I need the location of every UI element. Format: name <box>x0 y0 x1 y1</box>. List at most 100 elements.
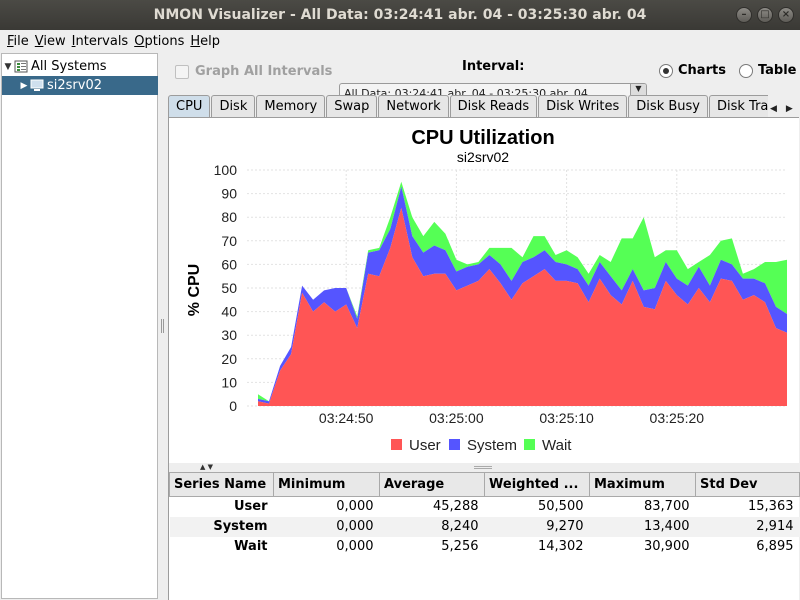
y-tick-label: 10 <box>221 374 237 390</box>
chart-tabs: CPU Disk Memory Swap Network Disk Reads … <box>168 95 768 117</box>
table-cell: 0,000 <box>336 539 374 554</box>
column-header[interactable]: Weighted ... <box>484 472 590 497</box>
tab-disk[interactable]: Disk <box>211 95 256 117</box>
legend-swatch-system <box>449 439 460 450</box>
column-header[interactable]: Average <box>379 472 485 497</box>
system-tree: ▼ All Systems ▶ si2srv02 <box>1 53 158 599</box>
tree-item-label: All Systems <box>31 59 107 74</box>
splitter-collapse-arrows-icon[interactable]: ▲ ▼ <box>200 463 213 471</box>
tab-disk-writes[interactable]: Disk Writes <box>538 95 628 117</box>
legend-label-wait: Wait <box>542 437 572 454</box>
y-tick-label: 80 <box>221 209 237 225</box>
table-cell: 0,000 <box>273 516 380 537</box>
dropdown-arrow-icon[interactable]: ▼ <box>630 84 646 95</box>
y-tick-label: 50 <box>221 280 237 296</box>
table-cell: 30,900 <box>644 539 690 554</box>
table-cell: 8,240 <box>379 516 485 537</box>
chart-subtitle: si2srv02 <box>457 149 509 165</box>
table-cell: 13,400 <box>589 516 696 537</box>
minimize-button[interactable]: – <box>736 7 752 23</box>
table-radio[interactable] <box>738 63 753 78</box>
column-header[interactable]: Series Name <box>169 472 274 497</box>
tab-disk-reads[interactable]: Disk Reads <box>449 95 538 117</box>
table-row[interactable]: System 0,000 8,240 9,270 13,400 2,914 <box>169 516 800 537</box>
legend-label-user: User <box>409 437 441 454</box>
chart-panel: CPU Utilization si2srv02 % CPU 0 10 20 30 40… <box>169 118 799 463</box>
tab-network[interactable]: Network <box>378 95 449 117</box>
table-cell: 15,363 <box>748 499 794 515</box>
close-button[interactable]: × <box>778 7 794 23</box>
title-bar: NMON Visualizer - All Data: 03:24:41 abr… <box>0 0 800 30</box>
tab-scroll-arrows: ◀ ▶ <box>770 104 793 114</box>
table-cell: 50,500 <box>538 499 584 515</box>
tab-disk-transfer[interactable]: Disk Transfer <box>708 95 768 117</box>
stats-table: Series Name Minimum Average Weighted ...… <box>169 472 800 557</box>
menu-file[interactable]: File <box>4 34 32 49</box>
vertical-splitter[interactable] <box>158 53 167 600</box>
graph-all-intervals-label: Graph All Intervals <box>195 64 333 79</box>
column-header[interactable]: Std Dev <box>695 472 800 497</box>
y-tick-label: 20 <box>221 351 237 367</box>
legend-swatch-user <box>391 439 402 450</box>
maximize-button[interactable]: □ <box>757 7 773 23</box>
tree-collapsed-arrow-icon[interactable]: ▶ <box>18 81 30 91</box>
table-cell: 5,256 <box>441 539 479 554</box>
table-cell: 2,914 <box>695 516 800 537</box>
table-cell: 0,000 <box>336 499 374 515</box>
y-tick-label: 90 <box>221 186 237 202</box>
checkbox-box[interactable] <box>175 64 189 79</box>
tree-item-label: si2srv02 <box>47 78 103 93</box>
tree-item-si2srv02[interactable]: ▶ si2srv02 <box>2 76 158 95</box>
splitter-grip-icon <box>161 319 164 333</box>
x-tick-label: 03:24:50 <box>319 410 374 426</box>
chart-legend: User System Wait <box>391 437 572 454</box>
menu-intervals[interactable]: Intervals <box>69 34 132 49</box>
column-header[interactable]: Maximum <box>589 472 696 497</box>
column-header[interactable]: Minimum <box>273 472 380 497</box>
menu-help[interactable]: Help <box>187 34 223 49</box>
y-tick-label: 100 <box>214 162 238 178</box>
legend-swatch-wait <box>524 439 535 450</box>
computer-icon <box>30 79 44 91</box>
menu-options[interactable]: Options <box>131 34 187 49</box>
graph-all-intervals-checkbox[interactable]: Graph All Intervals <box>175 64 332 79</box>
x-tick-label: 03:25:10 <box>539 410 594 426</box>
menu-bar: File View Intervals Options Help <box>0 30 800 52</box>
legend-label-system: System <box>467 437 517 454</box>
table-cell: User <box>233 499 268 515</box>
chart-areas <box>258 181 787 406</box>
tree-expand-arrow-icon[interactable]: ▼ <box>2 62 14 72</box>
view-mode-radio-group: Charts Table <box>659 63 800 78</box>
table-cell: Wait <box>234 539 268 554</box>
table-cell: 83,700 <box>644 499 690 515</box>
table-cell: 6,895 <box>756 539 794 554</box>
interval-value: All Data: 03:24:41 abr. 04 - 03:25:30 ab… <box>344 87 588 95</box>
menu-view[interactable]: View <box>32 34 69 49</box>
y-tick-label: 30 <box>221 327 237 343</box>
table-cell: 14,302 <box>538 539 584 554</box>
table-radio-label[interactable]: Table <box>758 63 797 78</box>
splitter-grip-icon <box>474 466 492 469</box>
x-tick-label: 03:25:20 <box>650 410 705 426</box>
tab-cpu[interactable]: CPU <box>168 95 211 117</box>
charts-radio[interactable] <box>659 63 673 78</box>
table-row[interactable]: User 0,000 45,288 50,500 83,700 15,363 <box>170 497 800 517</box>
tree-item-all-systems[interactable]: ▼ All Systems <box>2 57 158 76</box>
interval-select[interactable]: All Data: 03:24:41 abr. 04 - 03:25:30 ab… <box>339 83 647 95</box>
window-title: NMON Visualizer - All Data: 03:24:41 abr… <box>153 7 647 23</box>
stats-table-container: Series Name Minimum Average Weighted ...… <box>169 472 800 600</box>
table-header-row: Series Name Minimum Average Weighted ...… <box>169 472 800 497</box>
horizontal-splitter[interactable]: ▲ ▼ <box>169 463 799 472</box>
window-controls: – □ × <box>736 7 794 23</box>
tab-disk-busy[interactable]: Disk Busy <box>628 95 708 117</box>
table-cell: 45,288 <box>433 499 479 515</box>
tab-scroll-right-icon[interactable]: ▶ <box>786 104 793 114</box>
table-row[interactable]: Wait 0,000 5,256 14,302 30,900 6,895 <box>170 537 800 557</box>
checklist-icon <box>14 60 28 73</box>
cpu-utilization-chart: CPU Utilization si2srv02 % CPU 0 10 20 30 40… <box>186 127 787 454</box>
tab-memory[interactable]: Memory <box>256 95 326 117</box>
x-tick-label: 03:25:00 <box>429 410 484 426</box>
tab-scroll-left-icon[interactable]: ◀ <box>770 104 777 114</box>
charts-radio-label[interactable]: Charts <box>678 63 726 78</box>
tab-swap[interactable]: Swap <box>326 95 378 117</box>
